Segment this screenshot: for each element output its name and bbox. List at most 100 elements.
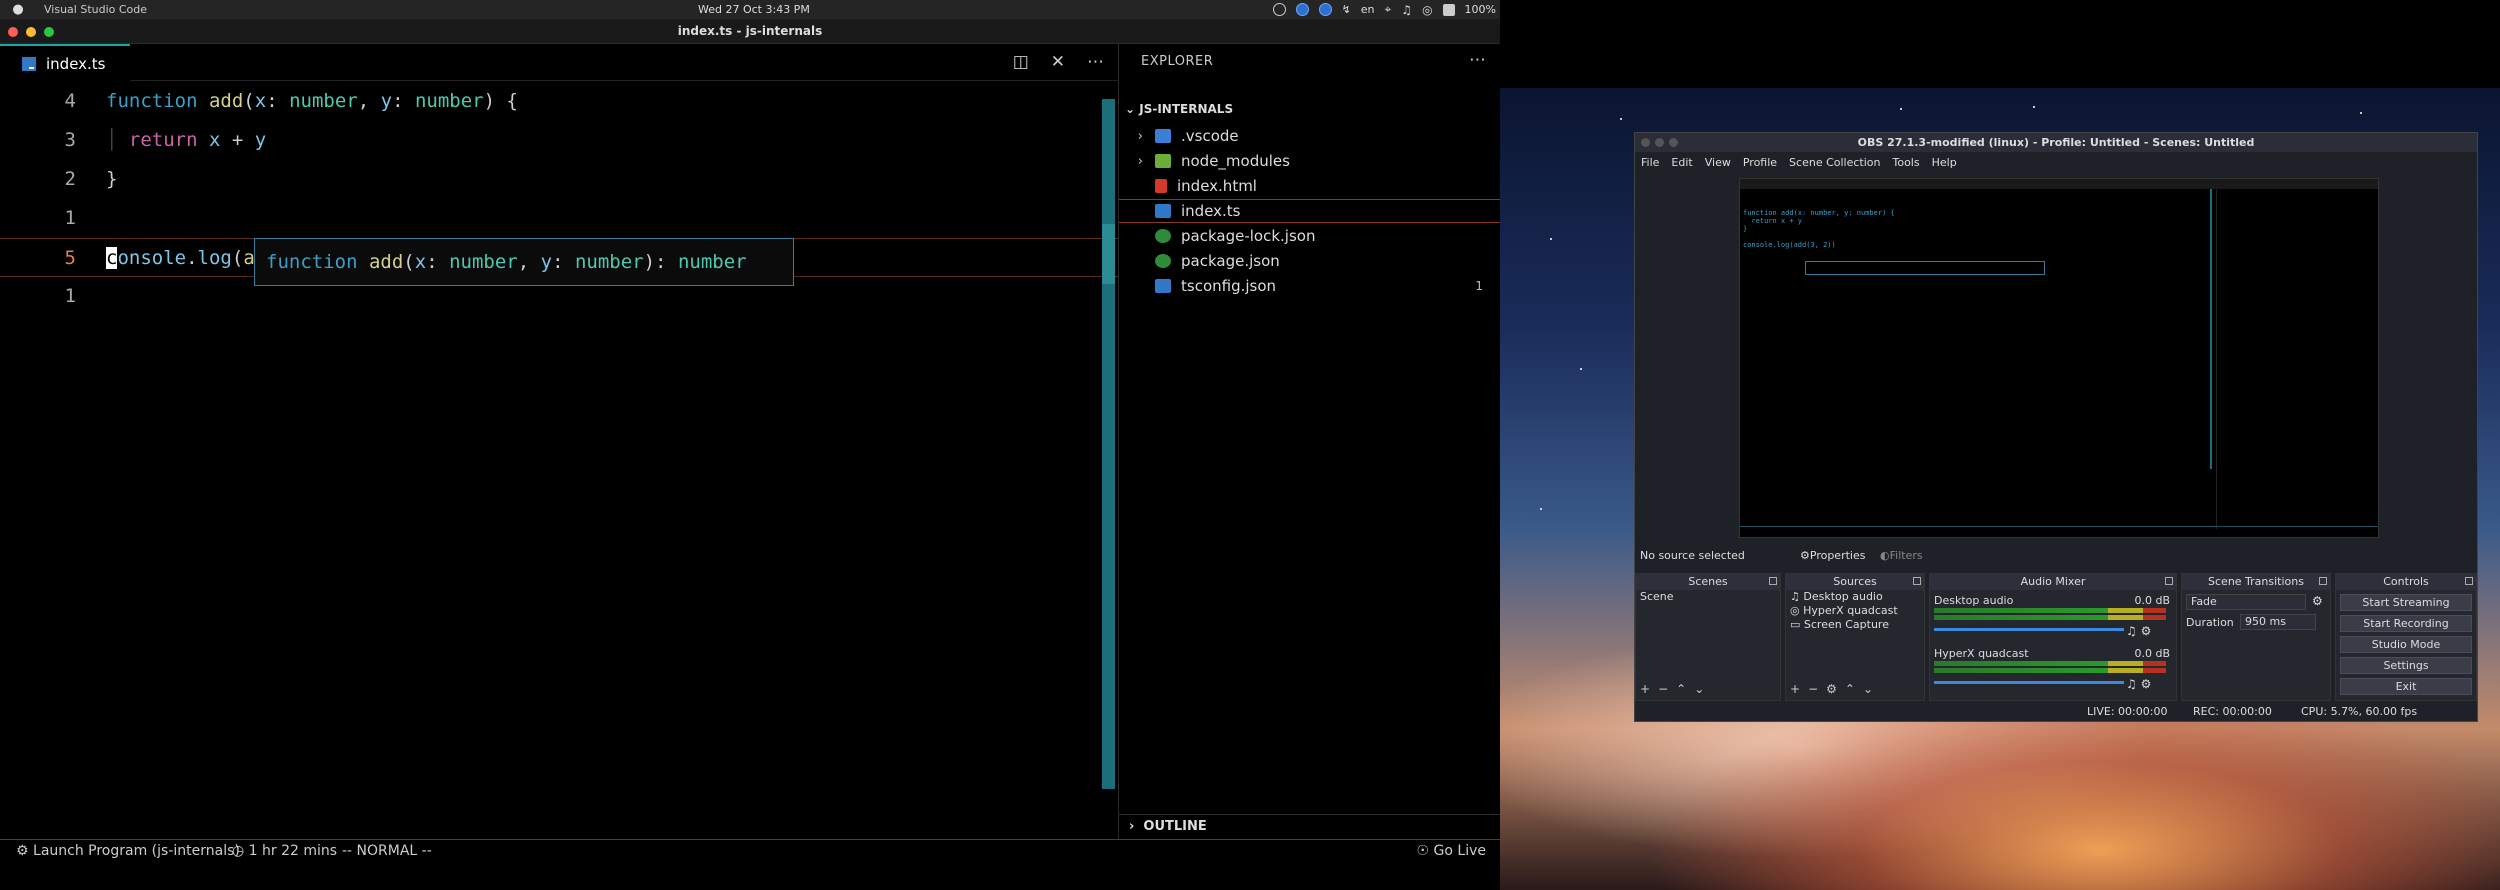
remove-icon[interactable]: − — [1658, 682, 1668, 696]
code-editor[interactable]: 4 function add(x: number, y: number) { 3… — [0, 82, 1118, 839]
menu-scene-collection[interactable]: Scene Collection — [1789, 153, 1880, 173]
apple-icon[interactable]: ● — [8, 2, 28, 17]
menu-profile[interactable]: Profile — [1743, 153, 1777, 173]
monitor-icon: ▭ — [1790, 618, 1801, 631]
tree-item-vscode[interactable]: › .vscode — [1119, 124, 1501, 148]
obs-preview[interactable]: function add(x: number, y: number) { ret… — [1739, 178, 2379, 538]
window-titlebar: index.ts - js-internals — [0, 19, 1500, 44]
duration-label: Duration — [2186, 616, 2234, 629]
workspace-root[interactable]: ⌄ JS-INTERNALS — [1125, 102, 1233, 116]
clock[interactable]: Wed 27 Oct 3:43 PM — [698, 3, 810, 16]
tree-item-index-ts[interactable]: index.ts — [1119, 199, 1501, 223]
filters-button[interactable]: ◐Filters — [1880, 545, 1923, 567]
npm-file-icon — [1155, 229, 1171, 243]
debug-icon: ⚙ — [16, 843, 29, 859]
filter-icon: ◐ — [1880, 549, 1890, 562]
undock-icon[interactable] — [2165, 577, 2173, 585]
undock-icon[interactable] — [1913, 577, 1921, 585]
mute-icon[interactable]: ♫ ⚙ — [2126, 624, 2151, 638]
volume-meter — [1934, 615, 2166, 620]
scenes-dock: Scenes Scene + − ⌃ ⌄ — [1635, 573, 1781, 701]
tree-item-tsconfig[interactable]: tsconfig.json 1 — [1119, 274, 1501, 298]
vpn-icon[interactable] — [1318, 3, 1332, 16]
obs-menubar: File Edit View Profile Scene Collection … — [1635, 153, 2477, 173]
battery-icon[interactable] — [1442, 3, 1455, 16]
close-window-button[interactable] — [1641, 138, 1650, 147]
time-tracker-item[interactable]: ◷ 1 hr 22 mins — [232, 843, 337, 859]
more-actions-icon[interactable]: ⋯ — [1087, 52, 1104, 72]
tree-item-package-json[interactable]: package.json — [1119, 249, 1501, 273]
gear-icon[interactable]: ⚙ — [1826, 682, 1837, 696]
properties-button[interactable]: ⚙Properties — [1800, 545, 1865, 567]
minimize-window-button[interactable] — [1655, 138, 1664, 147]
mixer-channel-name: HyperX quadcast — [1934, 647, 2029, 660]
menu-help[interactable]: Help — [1932, 153, 1957, 173]
source-item[interactable]: ◎ HyperX quadcast — [1786, 604, 1924, 618]
duration-input[interactable]: 950 ms — [2240, 614, 2316, 630]
undock-icon[interactable] — [2319, 577, 2327, 585]
line-number: 4 — [64, 90, 76, 112]
line-number: 5 — [64, 247, 76, 269]
scene-transitions-dock: Scene Transitions Fade ⚙ Duration 950 ms — [2181, 573, 2331, 701]
exit-button[interactable]: Exit — [2340, 678, 2472, 695]
start-recording-button[interactable]: Start Recording — [2340, 615, 2472, 632]
live-status: LIVE: 00:00:00 — [2087, 705, 2168, 718]
bluetooth-icon[interactable] — [1295, 3, 1309, 16]
source-item[interactable]: ♫ Desktop audio — [1786, 590, 1924, 604]
scene-item[interactable]: Scene — [1636, 590, 1780, 604]
source-item[interactable]: ▭ Screen Capture — [1786, 618, 1924, 632]
outline-section[interactable]: › OUTLINE — [1119, 814, 1501, 839]
go-live-button[interactable]: ☉ Go Live — [1417, 843, 1486, 859]
editor-area: index.ts ◫ ✕ ⋯ 4 function add(x: number,… — [0, 44, 1118, 839]
folder-icon — [1155, 154, 1171, 168]
statusbar: ⚙ Launch Program (js-internals) ◷ 1 hr 2… — [0, 839, 1500, 861]
vscode-window: index.ts - js-internals index.ts ◫ ✕ ⋯ 4… — [0, 19, 1501, 890]
tree-item-index-html[interactable]: index.html — [1119, 174, 1501, 198]
remove-icon[interactable]: − — [1808, 682, 1818, 696]
move-up-icon[interactable]: ⌃ — [1845, 682, 1855, 696]
preview-mini-scrollbar — [2210, 189, 2212, 469]
code-line: 1 — [0, 199, 1118, 238]
undock-icon[interactable] — [1769, 577, 1777, 585]
editor-scrollbar[interactable] — [1102, 99, 1115, 789]
wifi-icon[interactable]: ⌖ — [1385, 2, 1392, 17]
volume-icon[interactable]: ♫ — [1401, 3, 1412, 17]
menu-view[interactable]: View — [1705, 153, 1731, 173]
keyboard-icon[interactable]: ↯ — [1342, 3, 1351, 16]
menu-edit[interactable]: Edit — [1671, 153, 1692, 173]
mute-icon[interactable]: ♫ ⚙ — [2126, 677, 2151, 691]
volume-slider[interactable] — [1934, 681, 2124, 684]
studio-mode-button[interactable]: Studio Mode — [2340, 636, 2472, 653]
obs-statusbar: LIVE: 00:00:00 REC: 00:00:00 CPU: 5.7%, … — [1635, 703, 2477, 721]
add-icon[interactable]: + — [1790, 682, 1800, 696]
settings-button[interactable]: Settings — [2340, 657, 2472, 674]
undock-icon[interactable] — [2465, 577, 2473, 585]
menu-tools[interactable]: Tools — [1893, 153, 1920, 173]
maximize-window-button[interactable] — [1669, 138, 1678, 147]
active-app-name[interactable]: Visual Studio Code — [44, 3, 147, 16]
add-icon[interactable]: + — [1640, 682, 1650, 696]
battery-percent: 100% — [1464, 3, 1496, 16]
split-editor-icon[interactable]: ◫ — [1013, 52, 1029, 72]
close-tab-icon[interactable]: ✕ — [1051, 52, 1065, 72]
gear-icon[interactable]: ⚙ — [2312, 594, 2323, 608]
audio-mixer-dock: Audio Mixer Desktop audio 0.0 dB ♫ ⚙ Hyp… — [1929, 573, 2177, 701]
explorer-more-icon[interactable]: ⋯ — [1469, 50, 1486, 70]
microphone-icon[interactable]: ◎ — [1422, 3, 1432, 17]
language-indicator[interactable]: en — [1361, 3, 1375, 16]
tree-item-package-lock[interactable]: package-lock.json — [1119, 224, 1501, 248]
controls-header: Controls — [2336, 574, 2476, 590]
menu-file[interactable]: File — [1641, 153, 1659, 173]
timer-icon[interactable] — [1272, 3, 1286, 16]
volume-slider[interactable] — [1934, 628, 2124, 631]
explorer-header: EXPLORER — [1141, 54, 1214, 69]
launch-program-item[interactable]: ⚙ Launch Program (js-internals) — [16, 843, 240, 859]
tab-index-ts[interactable]: index.ts — [0, 44, 130, 81]
transition-select[interactable]: Fade — [2186, 594, 2306, 610]
move-down-icon[interactable]: ⌄ — [1694, 682, 1704, 696]
start-streaming-button[interactable]: Start Streaming — [2340, 594, 2472, 611]
move-up-icon[interactable]: ⌃ — [1676, 682, 1686, 696]
tab-label: index.ts — [46, 54, 106, 73]
tree-item-node-modules[interactable]: › node_modules — [1119, 149, 1501, 173]
move-down-icon[interactable]: ⌄ — [1863, 682, 1873, 696]
